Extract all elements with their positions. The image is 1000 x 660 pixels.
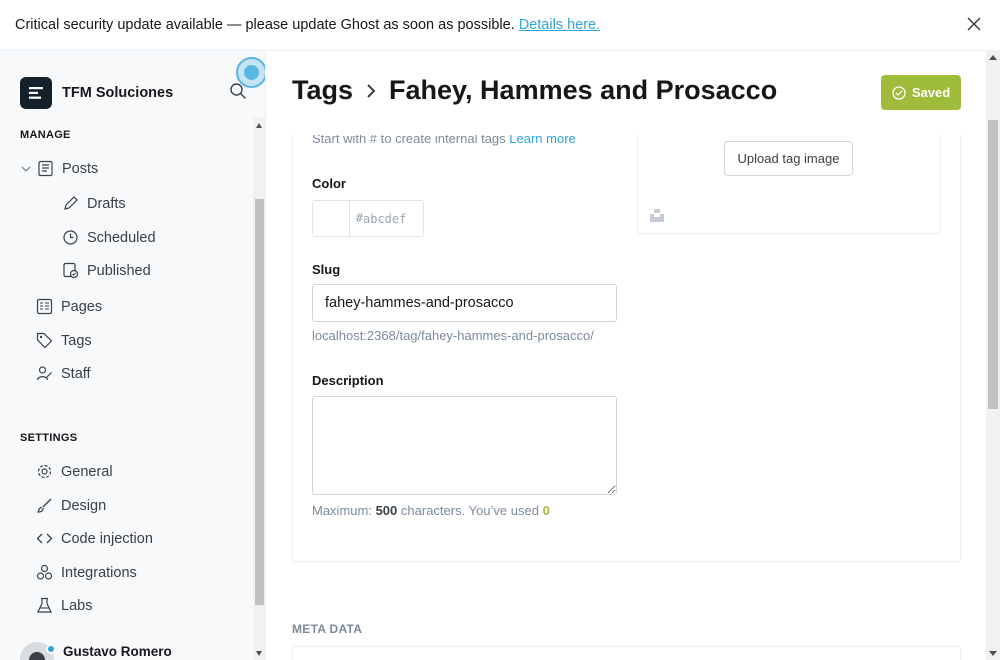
sidebar-item-label: Tags	[61, 332, 92, 349]
upload-tag-image-button[interactable]: Upload tag image	[724, 141, 853, 176]
meta-data-title: META DATA	[292, 622, 363, 636]
user-menu[interactable]: Gustavo Romero	[20, 642, 172, 660]
code-icon	[36, 533, 53, 544]
scrollbar-thumb[interactable]	[988, 120, 998, 409]
settings-section-title: SETTINGS	[20, 432, 78, 444]
chevron-down-icon[interactable]	[21, 164, 31, 174]
color-field: #	[312, 200, 424, 237]
scroll-down-arrow-icon[interactable]	[989, 651, 997, 656]
sidebar-item-drafts[interactable]: Drafts	[62, 195, 126, 212]
slug-label: Slug	[312, 262, 341, 277]
page-header: Tags Fahey, Hammes and Prosacco Saved	[266, 51, 986, 135]
scrollbar-thumb[interactable]	[255, 199, 264, 605]
color-input[interactable]	[363, 201, 423, 236]
banner-details-link[interactable]: Details here.	[519, 17, 600, 33]
sidebar-item-scheduled[interactable]: Scheduled	[62, 229, 156, 246]
breadcrumb-tags-link[interactable]: Tags	[292, 75, 353, 106]
sidebar-item-label: Labs	[61, 597, 93, 614]
site-brand[interactable]: TFM Soluciones	[20, 77, 173, 109]
slug-input[interactable]	[312, 284, 617, 322]
breadcrumb: Tags Fahey, Hammes and Prosacco	[292, 75, 777, 106]
flask-icon	[37, 597, 52, 613]
sidebar-item-code-injection[interactable]: Code injection	[36, 530, 153, 547]
sidebar-item-label: Design	[61, 497, 107, 514]
saved-button[interactable]: Saved	[881, 75, 961, 110]
sidebar-item-label: Scheduled	[87, 229, 156, 246]
scroll-up-arrow-icon[interactable]	[989, 55, 997, 60]
site-logo-icon	[20, 77, 52, 109]
sidebar-item-posts[interactable]: Posts	[21, 160, 98, 177]
sidebar-item-label: Staff	[61, 365, 91, 382]
sidebar-item-labs[interactable]: Labs	[36, 597, 92, 614]
published-icon	[63, 262, 79, 279]
page-title: Fahey, Hammes and Prosacco	[389, 75, 778, 105]
sidebar-item-label: Code injection	[61, 530, 153, 547]
color-label: Color	[312, 176, 346, 191]
description-label: Description	[312, 373, 384, 388]
sidebar-item-published[interactable]: Published	[62, 262, 151, 279]
main-content: Start with # to create internal tags Lea…	[266, 51, 1000, 660]
site-name: TFM Soluciones	[62, 85, 174, 101]
used-value: 0	[542, 503, 550, 518]
max-middle: characters. You’ve used	[400, 503, 539, 518]
sidebar-item-label: Pages	[61, 298, 103, 315]
sidebar-item-tags[interactable]: Tags	[36, 332, 92, 349]
sidebar-item-label: Drafts	[87, 195, 126, 212]
slug-url-preview: localhost:2368/tag/fahey-hammes-and-pros…	[312, 328, 594, 343]
main-scrollbar[interactable]	[986, 51, 1000, 660]
meta-data-card	[292, 646, 961, 660]
click-indicator	[236, 57, 265, 88]
sidebar-item-label: General	[61, 463, 113, 480]
user-name: Gustavo Romero	[63, 643, 172, 659]
scroll-up-arrow-icon[interactable]	[256, 123, 262, 128]
sidebar-scrollbar[interactable]	[253, 117, 265, 660]
posts-icon	[38, 160, 53, 177]
sidebar-item-general[interactable]: General	[36, 463, 113, 480]
staff-icon	[36, 366, 52, 381]
color-swatch[interactable]	[313, 201, 350, 236]
color-hash: #	[355, 211, 363, 225]
pencil-icon	[64, 196, 78, 210]
max-prefix: Maximum:	[312, 503, 372, 518]
scroll-down-arrow-icon[interactable]	[256, 651, 262, 656]
sidebar-item-staff[interactable]: Staff	[36, 365, 91, 382]
integrations-icon	[36, 564, 53, 580]
tag-icon	[36, 332, 53, 349]
sidebar-item-pages[interactable]: Pages	[36, 298, 102, 315]
clock-icon	[63, 230, 78, 245]
banner-message: Critical security update available — ple…	[15, 17, 515, 33]
sidebar-item-integrations[interactable]: Integrations	[36, 564, 137, 581]
max-value: 500	[375, 503, 398, 518]
check-circle-icon	[892, 85, 906, 100]
close-icon[interactable]	[966, 16, 982, 32]
sidebar-item-label: Integrations	[61, 564, 137, 581]
description-textarea[interactable]	[312, 396, 617, 495]
unsplash-icon[interactable]	[650, 208, 664, 222]
brush-icon	[37, 498, 52, 513]
manage-section-title: MANAGE	[20, 129, 71, 141]
sidebar-item-label: Published	[87, 262, 151, 279]
gear-icon	[37, 464, 52, 479]
sidebar-item-design[interactable]: Design	[36, 497, 106, 514]
saved-label: Saved	[911, 85, 951, 100]
chevron-right-icon	[367, 83, 376, 98]
pages-icon	[36, 298, 53, 315]
description-char-count: Maximum: 500 characters. You’ve used 0	[312, 503, 550, 518]
security-banner: Critical security update available — ple…	[0, 0, 1000, 51]
sidebar-item-label: Posts	[62, 160, 99, 177]
sidebar: TFM Soluciones MANAGE Posts Drafts Sched…	[0, 51, 266, 660]
notification-dot	[46, 644, 56, 654]
